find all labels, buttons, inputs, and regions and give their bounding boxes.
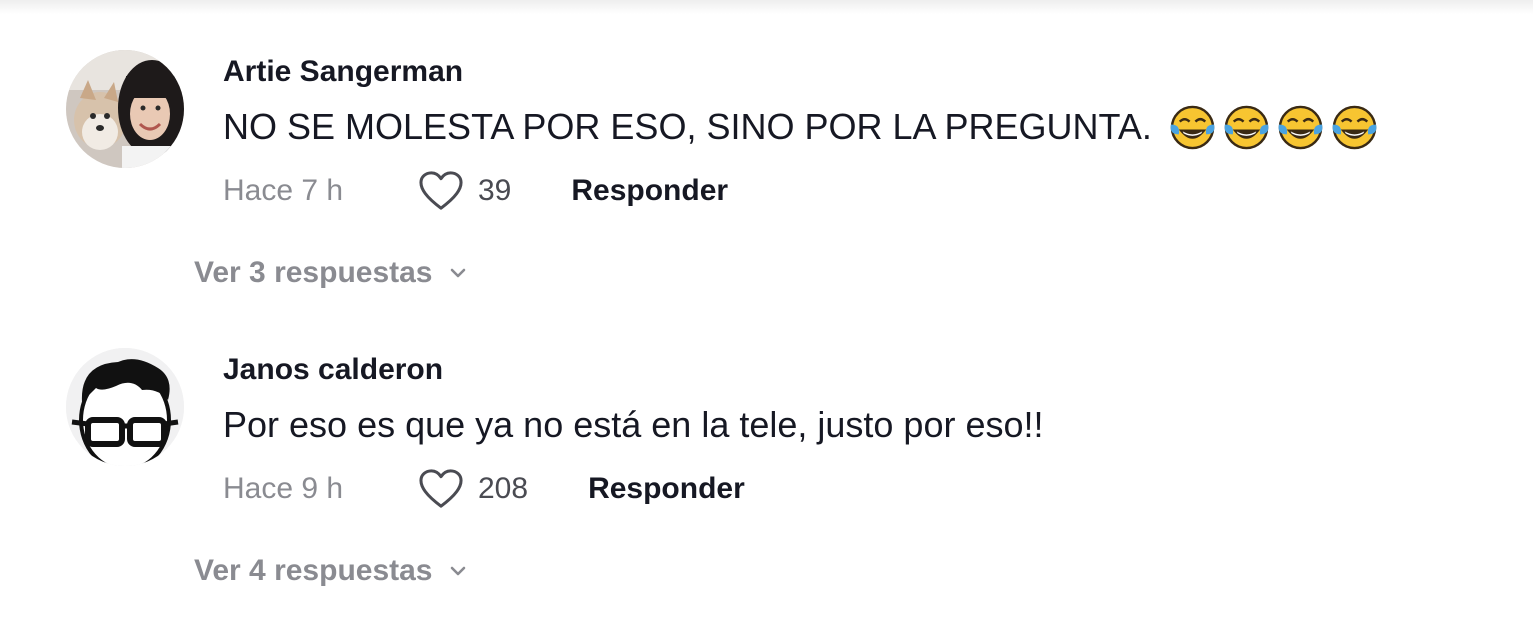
like-count: 208 [478,472,529,505]
comment-text-body: Por eso es que ya no está en la tele, ju… [223,404,1044,445]
like-button[interactable]: 39 [418,170,511,212]
view-replies-button[interactable]: Ver 3 respuestas [194,256,469,290]
comment-text: NO SE MOLESTA POR ESO, SINO POR LA PREGU… [223,102,1503,152]
comment-username[interactable]: Artie Sangerman [223,50,1503,94]
view-replies-label: Ver 3 respuestas [194,256,433,289]
reply-button[interactable]: Responder [571,174,728,208]
comment-text-body: NO SE MOLESTA POR ESO, SINO POR LA PREGU… [223,106,1152,147]
face-with-tears-of-joy-icon [1170,105,1215,149]
avatar[interactable] [66,348,184,466]
comment-timestamp: Hace 9 h [223,472,344,505]
reply-button[interactable]: Responder [588,472,745,506]
chevron-down-icon [450,268,465,278]
comment-text: Por eso es que ya no está en la tele, ju… [223,400,1503,450]
view-replies-label: Ver 4 respuestas [194,554,433,587]
face-with-tears-of-joy-icon [1332,105,1377,149]
chevron-down-icon [450,566,465,576]
heart-icon [419,469,463,508]
emoji-group [1168,103,1379,152]
face-with-tears-of-joy-icon [1224,105,1269,149]
comment-meta: Hace 7 h 39 Responder [223,166,1503,216]
heart-icon [419,171,463,210]
like-button[interactable]: 208 [418,468,528,510]
face-with-tears-of-joy-icon [1278,105,1323,149]
like-count: 39 [478,174,512,207]
comment-username[interactable]: Janos calderon [223,348,1503,392]
avatar[interactable] [66,50,184,168]
comment-timestamp: Hace 7 h [223,174,344,207]
top-edge-shadow [0,0,1533,14]
view-replies-button[interactable]: Ver 4 respuestas [194,554,469,588]
comment-meta: Hace 9 h 208 Responder [223,464,1503,514]
